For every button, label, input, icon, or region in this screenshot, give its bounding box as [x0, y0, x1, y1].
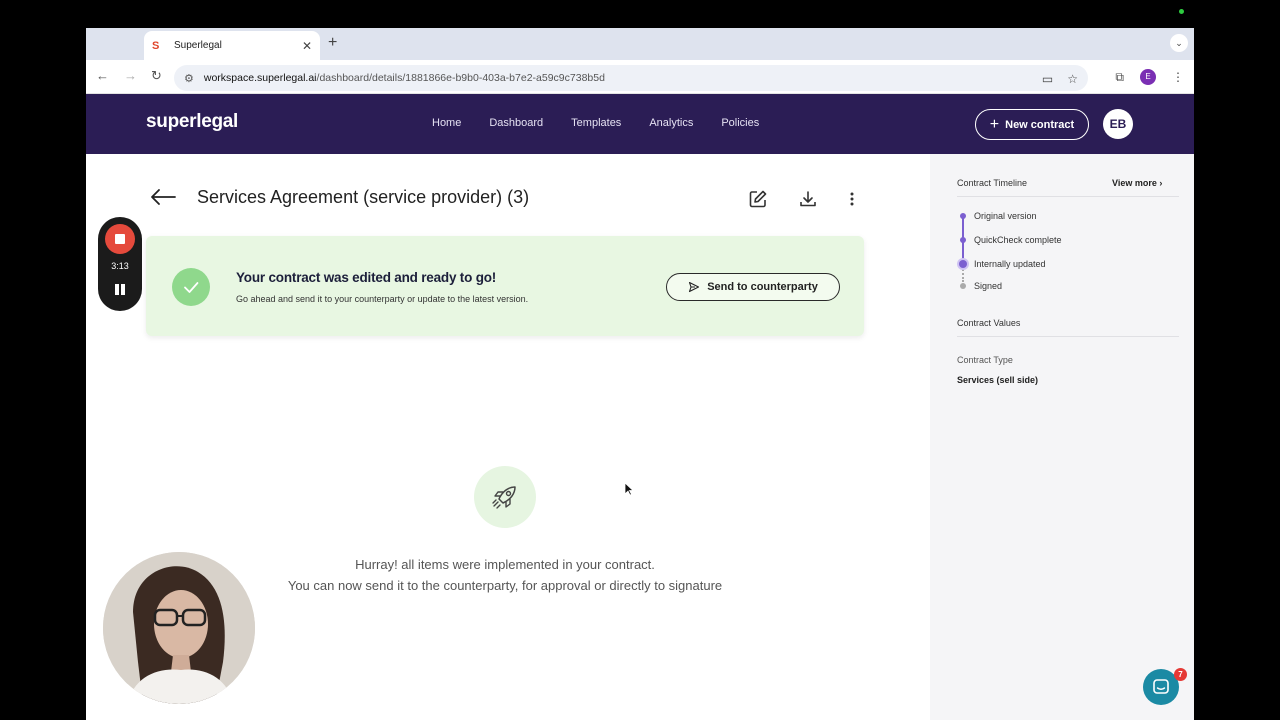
tab-title: Superlegal	[174, 40, 222, 51]
timeline-heading: Contract Timeline	[957, 178, 1028, 188]
url-path: /dashboard/details/1881866e-b9b0-403a-b7…	[316, 72, 605, 84]
site-info-icon[interactable]: ⚙	[184, 72, 194, 85]
top-navigation: Home Dashboard Templates Analytics Polic…	[432, 117, 759, 129]
browser-menu-icon[interactable]: ⋮	[1172, 70, 1184, 84]
new-contract-button[interactable]: + New contract	[975, 109, 1089, 140]
tab-strip: S Superlegal ✕ + ⌄	[86, 28, 1194, 60]
nav-policies[interactable]: Policies	[721, 117, 759, 129]
extensions-icon[interactable]: ⧉	[1115, 70, 1124, 85]
close-tab-icon[interactable]: ✕	[302, 39, 312, 53]
contract-type-label: Contract Type	[957, 355, 1013, 365]
install-app-icon[interactable]: ▭	[1042, 72, 1053, 86]
nav-analytics[interactable]: Analytics	[649, 117, 693, 129]
bookmark-star-icon[interactable]: ☆	[1067, 72, 1078, 86]
mouse-pointer-icon	[624, 482, 634, 496]
nav-templates[interactable]: Templates	[571, 117, 621, 129]
tab-search-chevron-icon[interactable]: ⌄	[1170, 34, 1188, 52]
divider	[957, 196, 1179, 197]
contract-values-heading: Contract Values	[957, 318, 1021, 328]
check-circle-icon	[172, 268, 210, 306]
nav-dashboard[interactable]: Dashboard	[489, 117, 543, 129]
timeline-dot	[960, 213, 966, 219]
banner-subtitle: Go ahead and send it to your counterpart…	[236, 294, 529, 304]
new-tab-icon[interactable]: +	[328, 34, 337, 52]
profile-avatar[interactable]: E	[1140, 69, 1156, 85]
timeline-item-signed: Signed	[974, 281, 1003, 291]
superlegal-logo[interactable]: superlegal	[146, 111, 238, 133]
url-input[interactable]: ⚙ workspace.superlegal.ai/dashboard/deta…	[174, 65, 1088, 91]
forward-nav-icon[interactable]: →	[124, 68, 137, 83]
page-title: Services Agreement (service provider) (3…	[197, 187, 530, 207]
webcam-presenter-image	[103, 552, 255, 704]
contract-type-value: Services (sell side)	[957, 375, 1039, 385]
timeline-item-quickcheck[interactable]: QuickCheck complete	[974, 235, 1062, 245]
webcam-bubble	[103, 552, 255, 704]
plus-icon: +	[989, 115, 1000, 133]
download-icon[interactable]	[798, 189, 818, 209]
address-bar: ← → ↻ ⚙ workspace.superlegal.ai/dashboar…	[86, 60, 1194, 94]
new-contract-label: New contract	[1005, 118, 1075, 131]
view-more-link[interactable]: View more ›	[1112, 178, 1162, 188]
divider	[957, 336, 1179, 337]
send-button-label: Send to counterparty	[707, 281, 818, 293]
back-nav-icon[interactable]: ←	[96, 68, 109, 83]
view-more-label: View more	[1112, 178, 1157, 188]
screen-recorder-widget: 3:13	[98, 217, 142, 311]
chevron-right-icon: ›	[1159, 178, 1163, 188]
browser-tab[interactable]: S Superlegal ✕	[144, 31, 320, 60]
back-arrow-icon[interactable]	[150, 188, 176, 206]
stop-recording-icon[interactable]	[105, 224, 135, 254]
timeline-dot	[960, 237, 966, 243]
timeline-item-internal[interactable]: Internally updated	[974, 259, 1046, 269]
timeline-current-dot	[959, 260, 967, 268]
edit-icon[interactable]	[748, 189, 768, 209]
recording-timer: 3:13	[111, 261, 129, 271]
timeline-pending-dot	[960, 283, 966, 289]
send-to-counterparty-button[interactable]: Send to counterparty	[666, 273, 840, 301]
url-host: workspace.superlegal.ai	[203, 72, 317, 84]
rocket-icon	[474, 466, 536, 528]
success-banner: Your contract was edited and ready to go…	[146, 236, 864, 336]
contract-sidebar: Contract Timeline View more › Original v…	[930, 154, 1194, 720]
send-icon	[689, 281, 700, 293]
banner-title: Your contract was edited and ready to go…	[236, 270, 497, 285]
user-avatar[interactable]: EB	[1103, 109, 1133, 139]
timeline-pending-line	[962, 266, 964, 282]
more-options-icon[interactable]	[848, 189, 856, 209]
pause-recording-icon[interactable]	[114, 284, 126, 296]
app-header: superlegal Home Dashboard Templates Anal…	[86, 94, 1194, 154]
superlegal-favicon-icon: S	[152, 39, 160, 52]
notification-badge: 7	[1174, 668, 1187, 681]
reload-icon[interactable]: ↻	[151, 68, 162, 84]
camera-indicator-dot	[1179, 9, 1184, 14]
timeline-item-original[interactable]: Original version	[974, 211, 1037, 221]
nav-home[interactable]: Home	[432, 117, 461, 129]
